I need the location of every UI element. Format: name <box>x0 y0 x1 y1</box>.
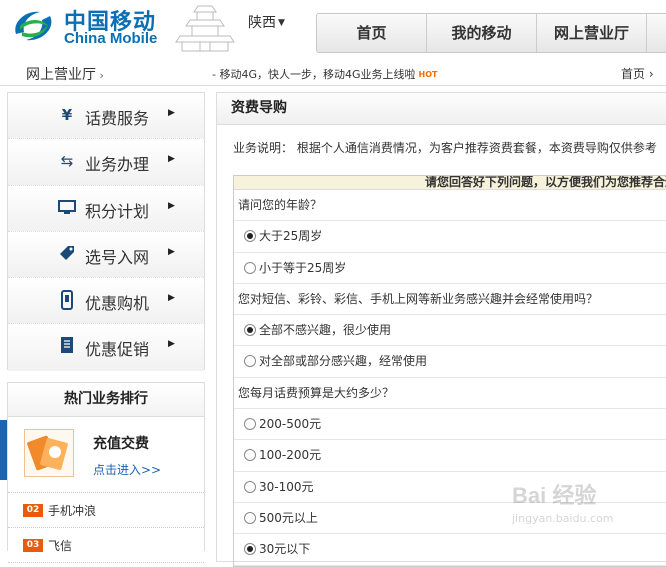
radio-button[interactable] <box>244 480 256 493</box>
budget-option-200-500[interactable]: 200-500元 <box>234 409 666 441</box>
option-label: 全部不感兴趣，很少使用 <box>259 323 392 338</box>
hot-badge: HOT <box>418 70 438 79</box>
triangle-right-icon: ▶ <box>168 293 175 304</box>
region-label: 陕西 <box>248 15 276 31</box>
phone-icon <box>58 290 76 311</box>
rank-name[interactable]: 飞信 <box>48 537 72 554</box>
question-budget: 您每月话费预算是大约多少？ <box>234 378 666 410</box>
china-mobile-logo[interactable]: 中国移动 China Mobile <box>6 4 166 50</box>
triangle-right-icon: ▶ <box>168 108 175 118</box>
sidebar-item-label: 优惠促销 <box>85 340 150 360</box>
rank-number-badge: 02 <box>23 504 43 517</box>
featured-recharge[interactable]: 充值交费 点击进入>> <box>8 417 204 493</box>
chevron-right-icon: › <box>96 69 104 82</box>
sub-header-bar: 网上营业厅 › - 移动4G，快人一步，移动4G业务上线啦 HOT 首页 › <box>0 60 666 86</box>
service-sidebar: ¥ 话费服务 ▶ ⇆ 业务办理 ▶ 积分计划 ▶ 选号入网 ▶ 优惠购机 ▶ 优… <box>7 92 205 371</box>
nav-online-hall[interactable]: 网上营业厅 <box>537 14 647 52</box>
tag-icon <box>58 244 76 264</box>
sidebar-item-label: 话费服务 <box>85 109 150 128</box>
option-label: 小于等于25周岁 <box>259 260 347 275</box>
watermark-brand: Bai 经验 <box>512 483 597 508</box>
question-age: 请问您的年龄？ <box>234 190 666 222</box>
china-mobile-logo-icon <box>15 11 52 41</box>
dropdown-arrow-icon: ▼ <box>278 18 285 28</box>
radio-button[interactable] <box>244 511 256 524</box>
radio-button[interactable] <box>244 449 256 462</box>
section-title-text: 网上营业厅 <box>26 67 96 83</box>
side-accent-strip <box>0 420 7 480</box>
radio-button[interactable] <box>244 230 256 243</box>
nav-home[interactable]: 首页 <box>317 14 427 52</box>
monitor-icon <box>58 198 76 218</box>
hot-services-title: 热门业务排行 <box>8 383 204 417</box>
page-title: 资费导购 <box>217 93 666 125</box>
triangle-right-icon: ▶ <box>168 246 175 257</box>
option-label: 30-100元 <box>259 479 314 494</box>
list-item[interactable]: 02 手机冲浪 <box>8 493 204 528</box>
triangle-right-icon: ▶ <box>168 339 175 350</box>
breadcrumb[interactable]: 首页 › <box>621 65 654 82</box>
triangle-right-icon: ▶ <box>168 200 175 211</box>
sidebar-item-points[interactable]: 积分计划 ▶ <box>8 185 204 232</box>
bell-tower-illustration <box>170 2 240 52</box>
question-new-services: 您对短信、彩铃、彩信、手机上网等新业务感兴趣并会经常使用吗？ <box>234 284 666 316</box>
rank-name[interactable]: 手机冲浪 <box>48 502 96 519</box>
sidebar-item-phone-deals[interactable]: 优惠购机 ▶ <box>8 278 204 325</box>
yen-icon: ¥ <box>61 106 73 124</box>
interest-option-some[interactable]: 对全部或部分感兴趣，经常使用 <box>234 346 666 378</box>
rank-number-badge: 03 <box>23 539 43 552</box>
radio-button[interactable] <box>244 355 256 368</box>
sidebar-item-number-select[interactable]: 选号入网 ▶ <box>8 231 204 279</box>
radio-button[interactable] <box>244 543 256 556</box>
exchange-icon: ⇆ <box>60 152 74 171</box>
radio-button[interactable] <box>244 261 256 274</box>
sidebar-item-promotions[interactable]: 优惠促销 ▶ <box>8 324 204 371</box>
sidebar-item-label: 优惠购机 <box>85 294 150 314</box>
sidebar-item-billing[interactable]: ¥ 话费服务 ▶ <box>8 93 204 140</box>
nav-my-mobile[interactable]: 我的移动 <box>427 14 537 52</box>
recharge-card-icon <box>24 429 74 477</box>
sidebar-item-label: 选号入网 <box>85 247 150 267</box>
logo-english-text: China Mobile <box>64 30 158 47</box>
radio-button[interactable] <box>244 418 256 431</box>
baidu-jingyan-watermark: Bai 经验 jingyan.baidu.com <box>512 478 662 548</box>
option-label: 500元以上 <box>259 510 318 525</box>
region-selector[interactable]: 陕西 ▼ <box>248 12 285 32</box>
watermark-url: jingyan.baidu.com <box>512 512 614 525</box>
sidebar-item-label: 业务办理 <box>85 155 150 175</box>
age-option-over-25[interactable]: 大于25周岁 <box>234 221 666 253</box>
main-nav: 首页 我的移动 网上营业厅 <box>316 13 666 53</box>
news-ticker[interactable]: - 移动4G，快人一步，移动4G业务上线啦 HOT <box>212 66 437 82</box>
questionnaire-header: 请您回答好下列问题，以方便我们为您推荐合适 <box>234 176 666 190</box>
option-label: 大于25周岁 <box>259 229 323 244</box>
radio-button[interactable] <box>244 324 256 337</box>
section-title[interactable]: 网上营业厅 › <box>26 64 104 84</box>
document-icon <box>58 336 76 356</box>
sidebar-item-business[interactable]: ⇆ 业务办理 ▶ <box>8 139 204 186</box>
option-label: 对全部或部分感兴趣，经常使用 <box>259 354 428 369</box>
option-label: 30元以下 <box>259 542 311 557</box>
age-option-under-25[interactable]: 小于等于25周岁 <box>234 253 666 284</box>
triangle-right-icon: ▶ <box>168 154 175 165</box>
recharge-enter-link[interactable]: 点击进入>> <box>93 461 161 478</box>
interest-option-none[interactable]: 全部不感兴趣，很少使用 <box>234 315 666 347</box>
option-label: 100-200元 <box>259 448 322 463</box>
ticker-text: - 移动4G，快人一步，移动4G业务上线啦 <box>212 68 416 81</box>
site-header: 中国移动 China Mobile 陕西 ▼ 首页 我的移动 网上营业厅 <box>0 0 666 60</box>
option-label: 200-500元 <box>259 417 322 432</box>
recharge-title: 充值交费 <box>93 436 149 452</box>
list-item[interactable]: 03 飞信 <box>8 528 204 563</box>
sidebar-item-label: 积分计划 <box>85 201 150 221</box>
service-description: 业务说明： 根据个人通信消费情况，为客户推荐资费套餐，本资费导购仅供参考 <box>233 141 657 155</box>
budget-option-100-200[interactable]: 100-200元 <box>234 440 666 472</box>
hot-services-panel: 热门业务排行 充值交费 点击进入>> 02 手机冲浪 03 飞信 <box>7 382 205 563</box>
